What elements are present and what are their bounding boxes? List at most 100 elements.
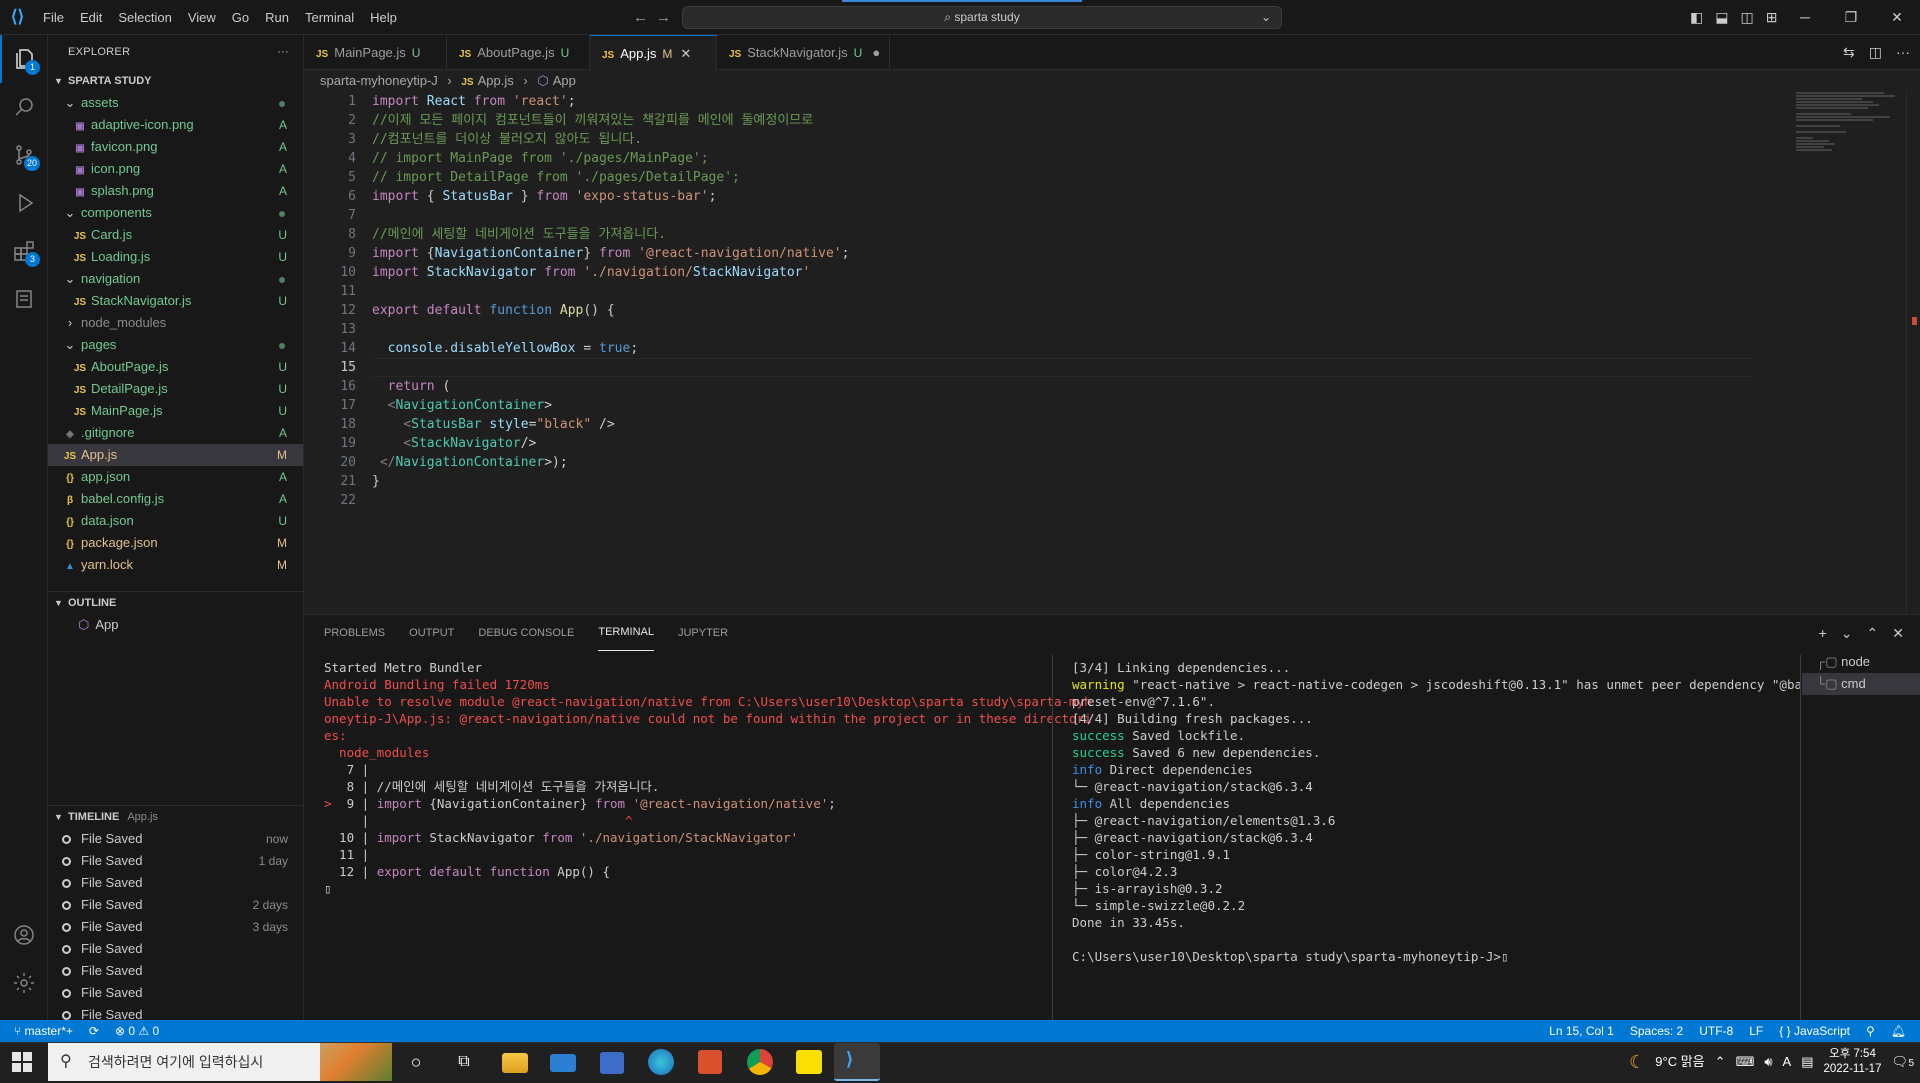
terminal-right[interactable]: [3/4] Linking dependencies... warning "re… bbox=[1072, 659, 1832, 965]
chevron-down-icon[interactable]: ⌄ bbox=[1261, 7, 1271, 28]
code-line[interactable]: import {NavigationContainer} from '@reac… bbox=[372, 244, 1752, 263]
menu-selection[interactable]: Selection bbox=[110, 10, 179, 25]
timeline-item[interactable]: File Saved bbox=[48, 938, 303, 960]
folder-item[interactable]: ⌄ components bbox=[48, 202, 303, 224]
toggle-sidebar-icon[interactable]: ◧ bbox=[1690, 0, 1703, 35]
taskbar-search-box[interactable]: ⚲ 검색하려면 여기에 입력하십시 bbox=[48, 1043, 392, 1081]
menu-go[interactable]: Go bbox=[224, 10, 257, 25]
terminal-split-divider[interactable] bbox=[1052, 655, 1053, 1021]
code-line[interactable]: export default function App() { bbox=[372, 301, 1752, 320]
weather-text[interactable]: 9°C 맑음 bbox=[1655, 1043, 1704, 1081]
timeline-item[interactable]: File Saved bbox=[48, 1004, 303, 1020]
timeline-header[interactable]: ▼ TIMELINE App.js bbox=[48, 806, 303, 828]
file-item[interactable]: JS App.js M bbox=[48, 444, 303, 466]
file-item[interactable]: ▣ adaptive-icon.png A bbox=[48, 114, 303, 136]
code-line[interactable]: import React from 'react'; bbox=[372, 92, 1752, 111]
terminal-list-divider[interactable] bbox=[1800, 655, 1801, 1021]
new-terminal-icon[interactable]: + bbox=[1819, 615, 1827, 651]
file-item[interactable]: ▣ favicon.png A bbox=[48, 136, 303, 158]
code-line[interactable]: return ( bbox=[372, 377, 1752, 396]
notification-center-icon[interactable]: 🗨︎ 5 bbox=[1891, 1043, 1914, 1081]
code-line[interactable]: <NavigationContainer> bbox=[372, 396, 1752, 415]
code-line[interactable]: import StackNavigator from './navigation… bbox=[372, 263, 1752, 282]
sync-icon[interactable]: ⟳ bbox=[89, 1020, 99, 1042]
breadcrumb-symbol[interactable]: App bbox=[553, 73, 576, 88]
branch-indicator[interactable]: ⑂ master*+ bbox=[14, 1020, 73, 1042]
cortana-icon[interactable]: ○ bbox=[396, 1047, 436, 1077]
tab-jupyter[interactable]: JUPYTER bbox=[678, 615, 728, 651]
timeline-item[interactable]: File Saved 2 days bbox=[48, 894, 303, 916]
unsaved-dot-icon[interactable]: ● bbox=[872, 45, 880, 60]
code-line[interactable]: //컴포넌트를 더이상 불러오지 않아도 됩니다. bbox=[372, 130, 1752, 149]
editor-scrollbar[interactable] bbox=[1906, 92, 1920, 614]
timeline-item[interactable]: File Saved now bbox=[48, 828, 303, 850]
network-icon[interactable]: ⌨ bbox=[1736, 1043, 1755, 1081]
timeline-item[interactable]: File Saved bbox=[48, 872, 303, 894]
more-actions-icon[interactable]: ··· bbox=[277, 35, 289, 70]
file-item[interactable]: JS AboutPage.js U bbox=[48, 356, 303, 378]
folder-item[interactable]: ⌄ assets bbox=[48, 92, 303, 114]
tab-output[interactable]: OUTPUT bbox=[409, 615, 454, 651]
minimap[interactable] bbox=[1796, 92, 1906, 152]
code-line[interactable]: //메인에 세팅할 네비게이션 도구들을 가져옵니다. bbox=[372, 225, 1752, 244]
restore-button[interactable]: ❐ bbox=[1828, 0, 1874, 35]
live-share-icon[interactable]: ⚲ bbox=[1866, 1020, 1875, 1042]
vscode-taskbar-icon[interactable]: ⟩ bbox=[834, 1043, 880, 1081]
mail-icon[interactable] bbox=[550, 1054, 576, 1072]
split-editor-icon[interactable]: ◫ bbox=[1869, 35, 1882, 70]
file-item[interactable]: ▣ splash.png A bbox=[48, 180, 303, 202]
run-debug-icon[interactable] bbox=[0, 179, 48, 227]
file-explorer-icon[interactable] bbox=[502, 1053, 528, 1073]
code-line[interactable]: } bbox=[372, 472, 1752, 491]
outline-header[interactable]: ▼ OUTLINE bbox=[48, 592, 303, 614]
remote-explorer-icon[interactable] bbox=[0, 275, 48, 323]
windows-start-icon[interactable] bbox=[12, 1052, 32, 1072]
maximize-panel-icon[interactable]: ⌃ bbox=[1867, 615, 1879, 651]
encoding[interactable]: UTF-8 bbox=[1699, 1020, 1733, 1042]
terminal-left[interactable]: Started Metro Bundler Android Bundling fa… bbox=[324, 659, 1092, 897]
chevron-down-icon[interactable]: ⌄ bbox=[1841, 615, 1853, 651]
extensions-icon[interactable]: 3 bbox=[0, 227, 48, 275]
code-editor[interactable]: 1 2 3 4 5 6 7 8 9 10 11 12 13 14 15 16 17 18 19 20 21 22 impo… bbox=[304, 92, 1920, 614]
language-mode[interactable]: { } JavaScript bbox=[1779, 1020, 1850, 1042]
source-control-icon[interactable]: 20 bbox=[0, 131, 48, 179]
indentation[interactable]: Spaces: 2 bbox=[1630, 1020, 1683, 1042]
problems-indicator[interactable]: ⊗ 0 ⚠ 0 bbox=[115, 1020, 159, 1042]
edge-icon[interactable] bbox=[648, 1049, 674, 1075]
forward-arrow-icon[interactable]: → bbox=[656, 9, 679, 26]
ime-indicator[interactable]: A bbox=[1783, 1043, 1792, 1081]
code-line[interactable]: <StackNavigator/> bbox=[372, 434, 1752, 453]
file-item[interactable]: JS StackNavigator.js U bbox=[48, 290, 303, 312]
account-icon[interactable] bbox=[0, 911, 48, 959]
file-item[interactable]: JS DetailPage.js U bbox=[48, 378, 303, 400]
code-line[interactable] bbox=[372, 206, 1752, 225]
timeline-item[interactable]: File Saved 3 days bbox=[48, 916, 303, 938]
code-line[interactable] bbox=[372, 491, 1752, 510]
tab-debug-console[interactable]: DEBUG CONSOLE bbox=[478, 615, 574, 651]
code-line[interactable]: </NavigationContainer>); bbox=[372, 453, 1752, 472]
store-icon[interactable] bbox=[600, 1052, 624, 1074]
tab-stacknavigator[interactable]: JS StackNavigator.js U ● bbox=[717, 35, 890, 70]
volume-icon[interactable]: 🔊︎ bbox=[1764, 1043, 1772, 1081]
code-area[interactable]: import React from 'react';//이제 모든 페이지 컴포… bbox=[372, 92, 1752, 510]
timeline-item[interactable]: File Saved 1 day bbox=[48, 850, 303, 872]
terminal-item-cmd[interactable]: └▢ cmd bbox=[1802, 673, 1920, 695]
open-changes-icon[interactable]: ⇆ bbox=[1843, 35, 1855, 70]
tab-terminal[interactable]: TERMINAL bbox=[598, 615, 654, 651]
end-of-line[interactable]: LF bbox=[1749, 1020, 1763, 1042]
file-item[interactable]: {} package.json M bbox=[48, 532, 303, 554]
tray-chevron-up-icon[interactable]: ⌃ bbox=[1715, 1043, 1726, 1081]
gear-icon[interactable] bbox=[0, 959, 48, 1007]
breadcrumb-folder[interactable]: sparta-myhoneytip-J bbox=[320, 73, 438, 88]
folder-item[interactable]: ⌄ pages bbox=[48, 334, 303, 356]
search-icon[interactable] bbox=[0, 83, 48, 131]
kakaotalk-icon[interactable] bbox=[796, 1050, 822, 1074]
cursor-position[interactable]: Ln 15, Col 1 bbox=[1549, 1020, 1614, 1042]
more-actions-icon[interactable]: ··· bbox=[1896, 35, 1910, 70]
menu-terminal[interactable]: Terminal bbox=[297, 10, 362, 25]
menu-view[interactable]: View bbox=[180, 10, 224, 25]
timeline-item[interactable]: File Saved bbox=[48, 982, 303, 1004]
tab-problems[interactable]: PROBLEMS bbox=[324, 615, 385, 651]
tab-mainpage[interactable]: JS MainPage.js U bbox=[304, 35, 447, 70]
folder-item[interactable]: › node_modules bbox=[48, 312, 303, 334]
